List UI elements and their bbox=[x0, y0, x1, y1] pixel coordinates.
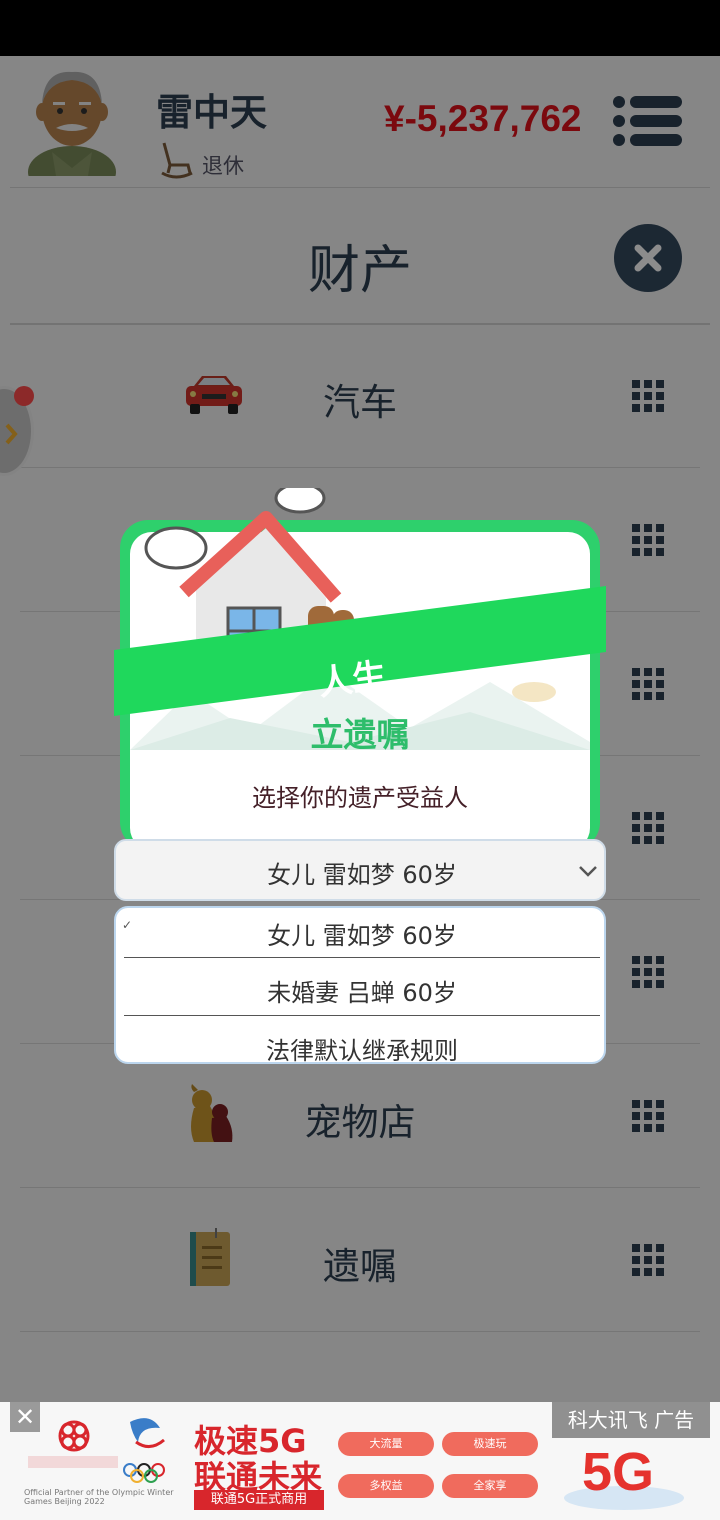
ad-pill: 多权益 bbox=[338, 1474, 434, 1498]
beneficiary-select[interactable]: 女儿 雷如梦 60岁 bbox=[114, 839, 606, 901]
dropdown-option[interactable]: 法律默认继承规则 bbox=[116, 1023, 604, 1064]
banner-title: 人生 bbox=[316, 655, 389, 704]
ad-close-button[interactable]: ✕ bbox=[10, 1402, 40, 1432]
chevron-down-icon bbox=[579, 866, 597, 877]
option-divider bbox=[124, 957, 600, 958]
ad-pill: 大流量 bbox=[338, 1432, 434, 1456]
ad-pill: 极速玩 bbox=[442, 1432, 538, 1456]
dialog-subtitle: 选择你的遗产受益人 bbox=[252, 784, 468, 812]
option-divider bbox=[124, 1015, 600, 1016]
ad-tagline: 联通5G正式商用 bbox=[194, 1490, 324, 1510]
selected-value: 女儿 雷如梦 60岁 bbox=[267, 861, 457, 889]
option-label: 女儿 雷如梦 60岁 bbox=[267, 922, 457, 950]
option-label: 未婚妻 吕蝉 60岁 bbox=[267, 979, 457, 1007]
svg-text:5G: 5G bbox=[582, 1442, 654, 1502]
ad-pill: 全家享 bbox=[442, 1474, 538, 1498]
ad-banner[interactable]: Official Partner of the Olympic Winter G… bbox=[0, 1402, 720, 1520]
dropdown-list: ✓ 女儿 雷如梦 60岁 未婚妻 吕蝉 60岁 法律默认继承规则 bbox=[114, 906, 606, 1064]
olympic-logo bbox=[123, 1418, 165, 1483]
option-label: 法律默认继承规则 bbox=[266, 1037, 458, 1064]
5g-graphic: 5G bbox=[564, 1442, 684, 1510]
dropdown-option[interactable]: 未婚妻 吕蝉 60岁 bbox=[116, 965, 604, 1022]
ad-label: 科大讯飞 广告 bbox=[552, 1402, 710, 1438]
ad-fineprint: Official Partner of the Olympic Winter G… bbox=[24, 1488, 174, 1506]
status-bar bbox=[0, 0, 720, 56]
app-screen: 雷中天 退休 ¥-5,237,762 财产 汽车 宠物店 遗嘱 立遗嘱 选择你的… bbox=[0, 56, 720, 1402]
